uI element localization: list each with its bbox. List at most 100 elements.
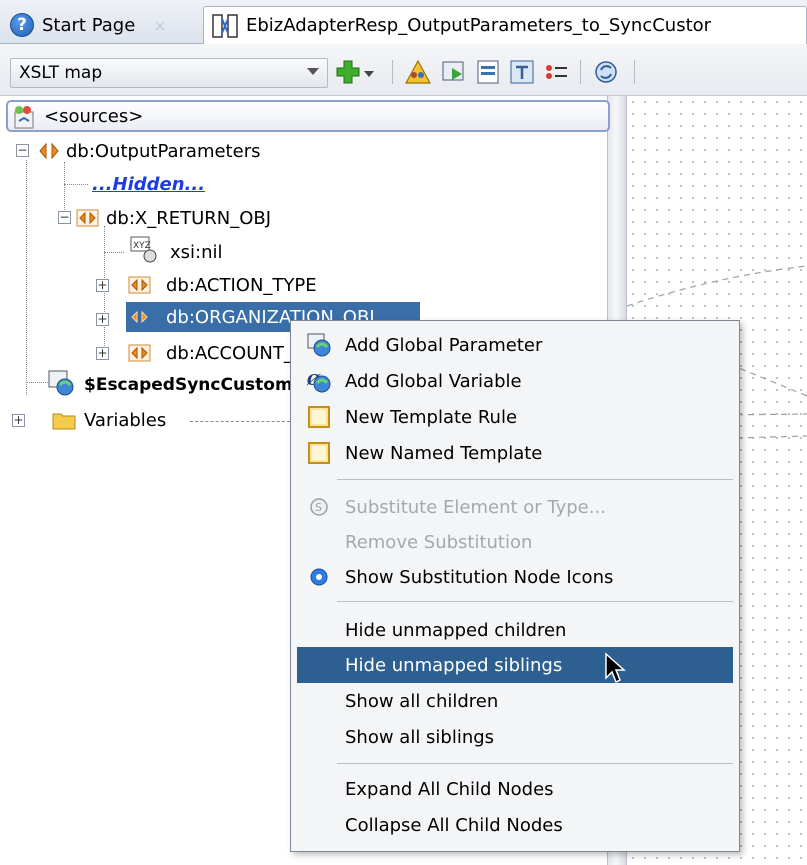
menu-item-label: Add Global Variable	[345, 370, 522, 392]
template-rule-icon	[308, 406, 330, 428]
tab-xslt-map[interactable]: EbizAdapterResp_OutputParameters_to_Sync…	[203, 6, 807, 44]
tree-node[interactable]: Variables	[84, 406, 166, 434]
attribute-icon: XYZ	[130, 236, 157, 263]
tree-node[interactable]: xsi:nil	[170, 238, 223, 266]
menu-item-new-template-rule[interactable]: New Template Rule	[297, 399, 733, 435]
tab-start-page[interactable]: ? Start Page ×	[2, 6, 198, 44]
tree-node[interactable]: db:X_RETURN_OBJ	[106, 204, 271, 232]
global-parameter-icon	[307, 333, 331, 357]
expand-toggle[interactable]: +	[12, 414, 25, 427]
collapse-toggle[interactable]: −	[16, 144, 29, 157]
menu-item-label: Hide unmapped siblings	[345, 654, 563, 676]
tree-node-label: db:ACTION_TYPE	[166, 274, 317, 296]
mapper-toolbar: XSLT map	[0, 44, 807, 96]
add-icon[interactable]	[334, 58, 362, 86]
menu-item-collapse-all-child-nodes[interactable]: Collapse All Child Nodes	[297, 807, 733, 843]
menu-item-label: Remove Substitution	[345, 531, 533, 553]
menu-item-add-global-variable[interactable]: Ø Add Global Variable	[297, 363, 733, 399]
menu-item-label: Show all children	[345, 690, 499, 712]
tree-node-label: db:X_RETURN_OBJ	[106, 207, 272, 229]
global-variable-icon: Ø	[307, 371, 331, 393]
menu-item-expand-all-child-nodes[interactable]: Expand All Child Nodes	[297, 771, 733, 807]
global-parameter-icon	[48, 370, 74, 396]
context-menu: Add Global Parameter Ø Add Global Variab…	[290, 320, 740, 852]
tree-node-label: db:OutputParameters	[66, 140, 261, 162]
menu-item-remove-substitution: Remove Substitution	[297, 524, 733, 560]
svg-text:S: S	[315, 501, 322, 514]
menu-item-show-all-children[interactable]: Show all children	[297, 683, 733, 719]
element-icon	[39, 142, 59, 160]
tree-root-label: <sources>	[44, 105, 144, 127]
toolbar-separator	[392, 60, 393, 84]
tree-node[interactable]: db:ACTION_TYPE	[166, 271, 317, 299]
menu-separator	[337, 601, 733, 602]
radio-selected-icon	[310, 568, 328, 586]
menu-item-new-named-template[interactable]: New Named Template	[297, 435, 733, 471]
menu-item-label: New Named Template	[345, 442, 543, 464]
test-icon[interactable]	[440, 58, 468, 86]
menu-separator	[337, 763, 733, 764]
element-icon	[131, 310, 148, 324]
add-dropdown-icon[interactable]	[362, 58, 376, 86]
tree-guide-line	[190, 421, 290, 422]
tree-root-sources[interactable]: <sources>	[6, 100, 610, 132]
collapse-toggle[interactable]: −	[58, 211, 71, 224]
tree-node[interactable]: db:ACCOUNT_OBJ	[166, 339, 290, 367]
list-icon[interactable]	[542, 58, 570, 86]
help-icon: ?	[10, 13, 34, 37]
menu-item-label: Expand All Child Nodes	[345, 778, 554, 800]
substitute-icon: S	[310, 498, 328, 516]
chevron-down-icon	[307, 68, 319, 75]
tree-node[interactable]: $EscapedSyncCustomer	[84, 371, 290, 399]
map-type-value: XSLT map	[19, 63, 103, 83]
expand-toggle[interactable]: +	[96, 279, 109, 292]
tree-node-label: xsi:nil	[170, 241, 223, 263]
template-icon[interactable]	[508, 58, 536, 86]
element-icon	[128, 344, 151, 362]
folder-icon	[52, 413, 76, 430]
editor-tab-strip: ? Start Page × EbizAdapterResp_OutputPar…	[0, 0, 807, 44]
menu-item-hide-unmapped-children[interactable]: Hide unmapped children	[297, 612, 733, 648]
tree-node-label: Variables	[84, 409, 167, 431]
element-icon	[76, 209, 99, 227]
menu-separator	[337, 479, 733, 480]
report-icon[interactable]	[474, 58, 502, 86]
tab-start-page-label: Start Page	[42, 14, 136, 36]
menu-item-label: Substitute Element or Type...	[345, 496, 606, 518]
menu-item-hide-unmapped-siblings[interactable]: Hide unmapped siblings	[297, 647, 733, 683]
tree-guide-line	[26, 160, 27, 395]
menu-item-label: Show all siblings	[345, 726, 495, 748]
svg-text:XYZ: XYZ	[133, 241, 151, 251]
menu-item-show-substitution-node-icons[interactable]: Show Substitution Node Icons	[297, 559, 733, 595]
sources-icon	[14, 106, 34, 129]
tree-node[interactable]: db:OutputParameters	[66, 137, 260, 165]
tree-node-label: ...Hidden...	[92, 173, 206, 195]
tree-guide-line	[104, 252, 124, 253]
expand-toggle[interactable]: +	[96, 313, 109, 326]
menu-item-label: Collapse All Child Nodes	[345, 814, 563, 836]
mouse-pointer-icon	[605, 652, 626, 684]
menu-item-label: Show Substitution Node Icons	[345, 566, 614, 588]
menu-item-label: Hide unmapped children	[345, 619, 567, 641]
hidden-nodes-link[interactable]: ...Hidden...	[92, 170, 205, 198]
element-icon	[128, 276, 151, 294]
named-template-icon	[308, 442, 330, 464]
tree-guide-line	[26, 382, 48, 383]
menu-item-add-global-parameter[interactable]: Add Global Parameter	[297, 327, 733, 363]
tab-xslt-map-label: EbizAdapterResp_OutputParameters_to_Sync…	[246, 15, 712, 36]
refresh-icon[interactable]	[592, 58, 620, 86]
tab-close-icon[interactable]: ×	[153, 16, 166, 35]
warning-people-icon[interactable]	[404, 58, 432, 86]
toolbar-separator	[580, 60, 581, 84]
tree-node-label: db:ACCOUNT_OBJ	[166, 342, 290, 364]
tree-guide-line	[64, 184, 88, 185]
menu-item-show-all-siblings[interactable]: Show all siblings	[297, 719, 733, 755]
menu-item-label: New Template Rule	[345, 406, 518, 428]
menu-item-label: Add Global Parameter	[345, 334, 543, 356]
map-type-select[interactable]: XSLT map	[10, 58, 328, 88]
menu-item-substitute-element: S Substitute Element or Type...	[297, 489, 733, 525]
toolbar-separator	[634, 60, 635, 84]
expand-toggle[interactable]: +	[96, 347, 109, 360]
xslt-map-icon	[212, 13, 238, 38]
tree-node-label: $EscapedSyncCustomer	[84, 375, 290, 395]
